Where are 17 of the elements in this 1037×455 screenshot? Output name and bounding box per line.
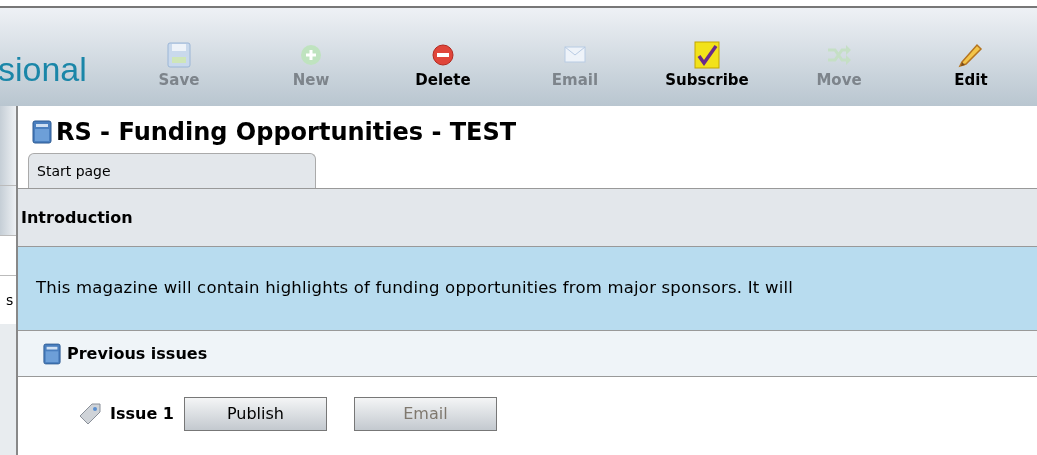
issue-label: Issue 1 [110,403,174,425]
introduction-text: This magazine will contain highlights of funding opportunities from major sponsors. It will [36,277,793,300]
publish-button[interactable]: Publish [183,397,327,431]
section-heading: Introduction [21,206,133,229]
pencil-icon [957,41,985,69]
tab[interactable]: Start page [28,153,316,188]
edit-button[interactable]: Edit [905,41,1037,88]
delete-button[interactable]: Delete [377,41,509,88]
page-title: RS - Funding Opportunities - TEST [56,117,517,148]
checkmark-icon [693,41,721,69]
book-icon [43,342,61,365]
book-icon [32,120,52,144]
section-heading: Previous issues [67,342,208,365]
tag-icon [78,402,102,426]
sidebar-text-fragment: s [6,290,14,310]
subscribe-button[interactable]: Subscribe [641,41,773,88]
minus-circle-icon [429,41,457,69]
